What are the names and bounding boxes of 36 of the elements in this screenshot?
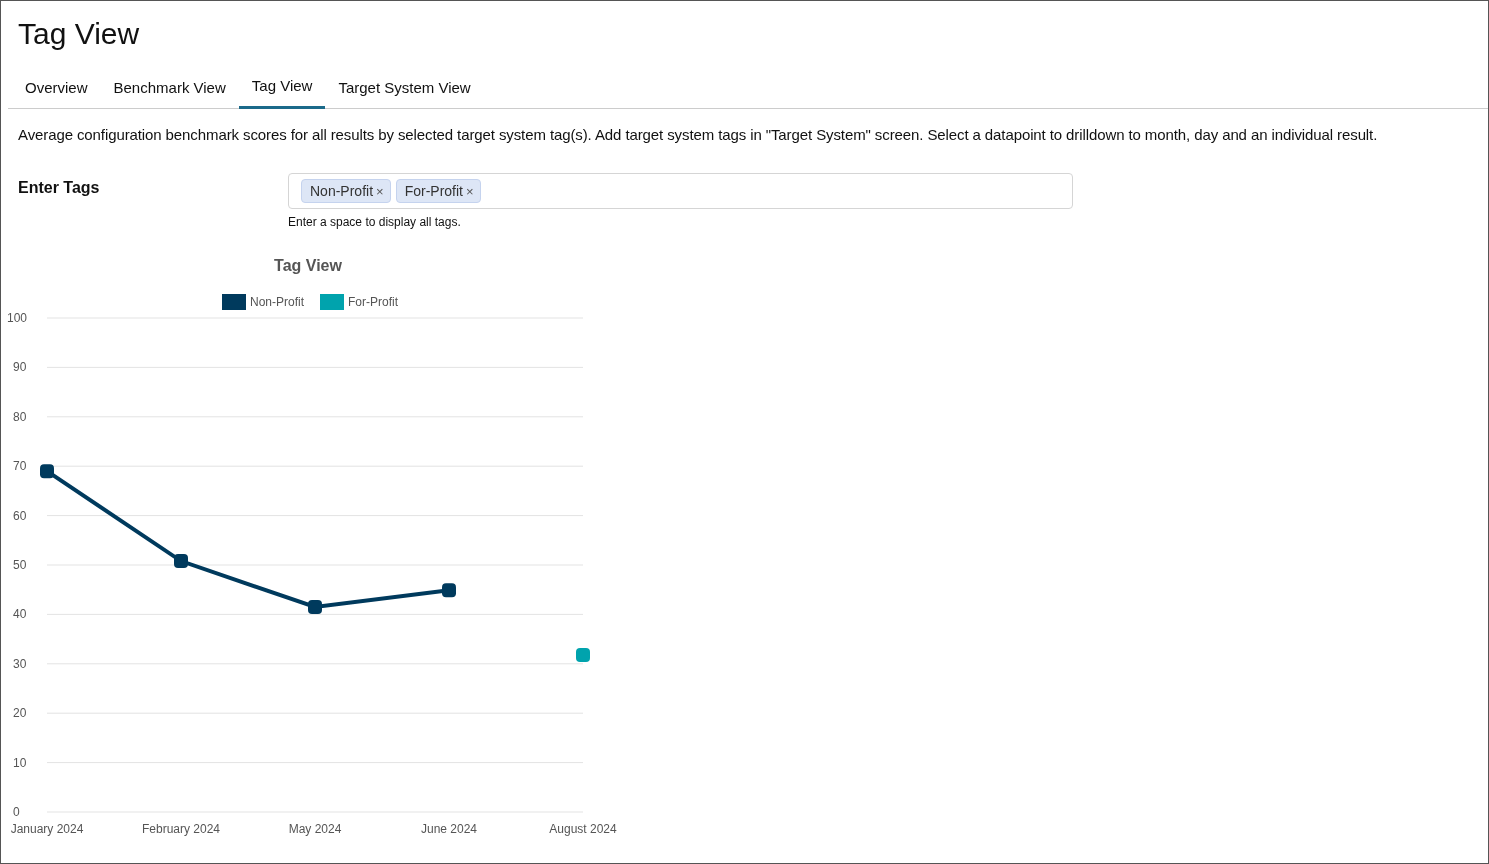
y-axis-label: 50 — [13, 558, 27, 572]
tag-text: For-Profit — [404, 183, 463, 199]
legend-label: Non-Profit — [250, 295, 305, 309]
remove-tag-button[interactable]: × — [465, 183, 474, 199]
x-axis-label: June 2024 — [420, 822, 478, 836]
x-axis-label: August 2024 — [549, 822, 617, 836]
x-axis-label: January 2024 — [10, 822, 84, 836]
tag-text: Non-Profit — [310, 183, 374, 199]
data-point[interactable] — [174, 554, 188, 569]
y-axis-label: 0 — [13, 805, 20, 819]
field-label: Enter Tags — [18, 178, 101, 198]
y-axis-label: 40 — [13, 607, 27, 622]
y-axis-label: 10 — [13, 755, 27, 770]
y-axis-label: 70 — [13, 459, 27, 474]
y-axis-label: 100 — [7, 311, 28, 325]
hint-text: Enter a space to display all tags. — [288, 215, 462, 229]
x-axis-label: February 2024 — [142, 822, 220, 836]
data-point[interactable] — [442, 583, 456, 598]
tab[interactable]: Tag View — [238, 73, 326, 109]
y-axis-label: 20 — [13, 706, 27, 721]
chart-title: Tag View — [274, 257, 342, 274]
legend-label: For-Profit — [348, 295, 398, 309]
y-axis-label: 30 — [13, 656, 27, 671]
y-axis-label: 60 — [13, 508, 27, 523]
tab[interactable]: Benchmark View — [100, 73, 239, 109]
data-point[interactable] — [40, 464, 54, 479]
remove-tag-button[interactable]: × — [376, 183, 384, 199]
description-text: Average configuration benchmark scores for all results by selected target system tag(s). Add target system tags in "Target System" screen. Select a datapoint to drilldown to month, day and an individual result. — [17, 126, 1379, 143]
data-point[interactable] — [308, 600, 322, 614]
page-title: Tag View — [17, 16, 141, 52]
x-axis-label: May 2024 — [288, 822, 342, 836]
tab[interactable]: Overview — [12, 73, 101, 109]
y-axis-label: 80 — [13, 409, 27, 424]
tab[interactable]: Target System View — [325, 73, 484, 109]
y-axis-label: 90 — [13, 360, 27, 375]
tag-input-field[interactable]: Non-Profit × For-Profit × — [288, 173, 1073, 209]
